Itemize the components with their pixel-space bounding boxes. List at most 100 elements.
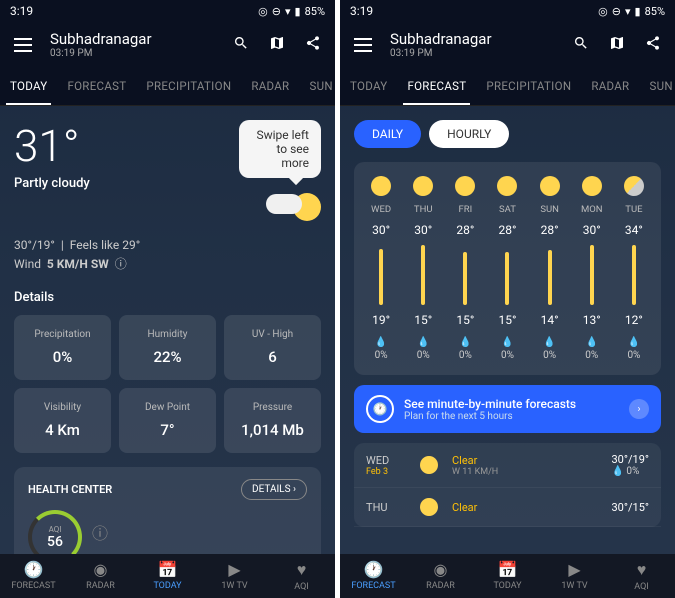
- card-pressure[interactable]: Pressure1,014 Mb: [224, 388, 321, 453]
- nav-radar[interactable]: ◉RADAR: [67, 560, 134, 592]
- sun-icon: [413, 176, 433, 196]
- search-icon[interactable]: [233, 35, 249, 55]
- day-col[interactable]: MON 30° 13° 💧 0%: [571, 176, 613, 361]
- status-time: 3:19: [350, 4, 373, 18]
- content-forecast[interactable]: DAILY HOURLY WED 30° 19° 💧 0% THU 30° 15…: [340, 106, 675, 554]
- details-button[interactable]: DETAILS ›: [241, 479, 307, 500]
- day-col[interactable]: SAT 28° 15° 💧 0%: [486, 176, 528, 361]
- battery-pct: 85%: [645, 5, 665, 18]
- dnd-icon: ⊖: [272, 5, 281, 18]
- tab-today[interactable]: TODAY: [340, 67, 397, 105]
- row-temp: 30°/19°: [612, 453, 650, 466]
- battery-icon: ▮: [635, 5, 641, 18]
- nav-aqi[interactable]: ♥AQI: [268, 560, 335, 592]
- location-name: Subhadranagar: [390, 30, 573, 48]
- day-row[interactable]: WEDFeb 3 ClearW 11 KM/H 30°/19°💧 0%: [354, 443, 661, 488]
- day-precip: 0%: [571, 350, 613, 361]
- tab-forecast[interactable]: FORECAST: [397, 67, 476, 105]
- menu-icon[interactable]: [14, 38, 32, 52]
- location-block[interactable]: Subhadranagar 03:19 PM: [390, 30, 573, 59]
- card-visibility[interactable]: Visibility4 Km: [14, 388, 111, 453]
- health-center[interactable]: HEALTH CENTER DETAILS › AQI 56 ⓘ: [14, 467, 321, 554]
- card-precipitation[interactable]: Precipitation0%: [14, 315, 111, 380]
- status-icons: ◎ ⊖ ▾ ▮ 85%: [258, 5, 325, 18]
- toggle-row: DAILY HOURLY: [354, 120, 661, 148]
- map-icon[interactable]: [609, 35, 625, 55]
- info-icon[interactable]: ⓘ: [115, 257, 127, 271]
- tab-forecast[interactable]: FORECAST: [57, 67, 136, 105]
- toggle-daily[interactable]: DAILY: [354, 120, 421, 148]
- feels-label: Feels like: [70, 238, 120, 252]
- share-icon[interactable]: [645, 35, 661, 55]
- radar-icon: ◉: [67, 560, 134, 579]
- day-lo: 19°: [360, 313, 402, 327]
- screen-today: 3:19 ◎ ⊖ ▾ ▮ 85% Subhadranagar 03:19 PM …: [0, 0, 335, 598]
- row-condition: Clear: [452, 454, 598, 467]
- day-hi: 28°: [529, 223, 571, 237]
- swipe-tip: Swipe left to see more: [239, 120, 321, 178]
- card-dew-point[interactable]: Dew Point7°: [119, 388, 216, 453]
- status-time: 3:19: [10, 4, 33, 18]
- app-bar: Subhadranagar 03:19 PM: [340, 22, 675, 67]
- aqi-value: 56: [47, 534, 63, 550]
- nav-tv[interactable]: ▶1W TV: [201, 560, 268, 592]
- forecast-chart[interactable]: WED 30° 19° 💧 0% THU 30° 15° 💧 0% FRI 28…: [354, 162, 661, 375]
- day-name: SAT: [486, 204, 528, 215]
- details-title: Details: [14, 290, 321, 305]
- share-icon[interactable]: [305, 35, 321, 55]
- tab-radar[interactable]: RADAR: [581, 67, 639, 105]
- row-day: THU: [366, 501, 406, 514]
- day-precip: 0%: [444, 350, 486, 361]
- nav-forecast[interactable]: 🕐FORECAST: [0, 560, 67, 592]
- tab-precipitation[interactable]: PRECIPITATION: [476, 67, 581, 105]
- tab-radar[interactable]: RADAR: [241, 67, 299, 105]
- clock-icon: 🕐: [0, 560, 67, 579]
- nav-aqi[interactable]: ♥AQI: [608, 560, 675, 592]
- tab-sun[interactable]: SUN &: [299, 67, 335, 105]
- health-title: HEALTH CENTER: [28, 483, 112, 496]
- day-col[interactable]: FRI 28° 15° 💧 0%: [444, 176, 486, 361]
- location-name: Subhadranagar: [50, 30, 233, 48]
- tab-sun[interactable]: SUN &: [639, 67, 675, 105]
- minute-title: See minute-by-minute forecasts: [404, 397, 619, 411]
- temp-bar: [421, 245, 425, 305]
- wifi-icon: ▾: [285, 5, 291, 18]
- sun-icon: [624, 176, 644, 196]
- heart-icon: ♥: [608, 560, 675, 580]
- card-humidity[interactable]: Humidity22%: [119, 315, 216, 380]
- nav-tv[interactable]: ▶1W TV: [541, 560, 608, 592]
- wifi-icon: ▾: [625, 5, 631, 18]
- minute-forecast-card[interactable]: 🕐 See minute-by-minute forecasts Plan fo…: [354, 385, 661, 433]
- day-name: SUN: [529, 204, 571, 215]
- day-row[interactable]: THU Clear 30°/15°: [354, 488, 661, 527]
- search-icon[interactable]: [573, 35, 589, 55]
- location-block[interactable]: Subhadranagar 03:19 PM: [50, 30, 233, 59]
- nav-today[interactable]: 📅TODAY: [134, 560, 201, 592]
- wind-label: Wind: [14, 257, 41, 271]
- sun-icon: [420, 456, 438, 474]
- menu-icon[interactable]: [354, 38, 372, 52]
- day-col[interactable]: TUE 34° 12° 💧 0%: [613, 176, 655, 361]
- day-hi: 30°: [402, 223, 444, 237]
- nav-forecast[interactable]: 🕐FORECAST: [340, 560, 407, 592]
- toggle-hourly[interactable]: HOURLY: [429, 120, 509, 148]
- drop-icon: 💧: [613, 337, 655, 348]
- battery-icon: ▮: [295, 5, 301, 18]
- nav-radar[interactable]: ◉RADAR: [407, 560, 474, 592]
- chevron-right-icon: ›: [629, 399, 649, 419]
- minute-sub: Plan for the next 5 hours: [404, 411, 619, 422]
- row-day: WED: [366, 454, 406, 467]
- tab-today[interactable]: TODAY: [0, 67, 57, 105]
- sun-icon: [420, 498, 438, 516]
- card-uv[interactable]: UV - High6: [224, 315, 321, 380]
- day-col[interactable]: THU 30° 15° 💧 0%: [402, 176, 444, 361]
- content-today[interactable]: 31° Partly cloudy Swipe left to see more…: [0, 106, 335, 554]
- tab-precipitation[interactable]: PRECIPITATION: [136, 67, 241, 105]
- nav-today[interactable]: 📅TODAY: [474, 560, 541, 592]
- info-icon[interactable]: ⓘ: [92, 520, 108, 544]
- map-icon[interactable]: [269, 35, 285, 55]
- day-col[interactable]: SUN 28° 14° 💧 0%: [529, 176, 571, 361]
- day-name: MON: [571, 204, 613, 215]
- day-col[interactable]: WED 30° 19° 💧 0%: [360, 176, 402, 361]
- status-bar: 3:19 ◎ ⊖ ▾ ▮ 85%: [340, 0, 675, 22]
